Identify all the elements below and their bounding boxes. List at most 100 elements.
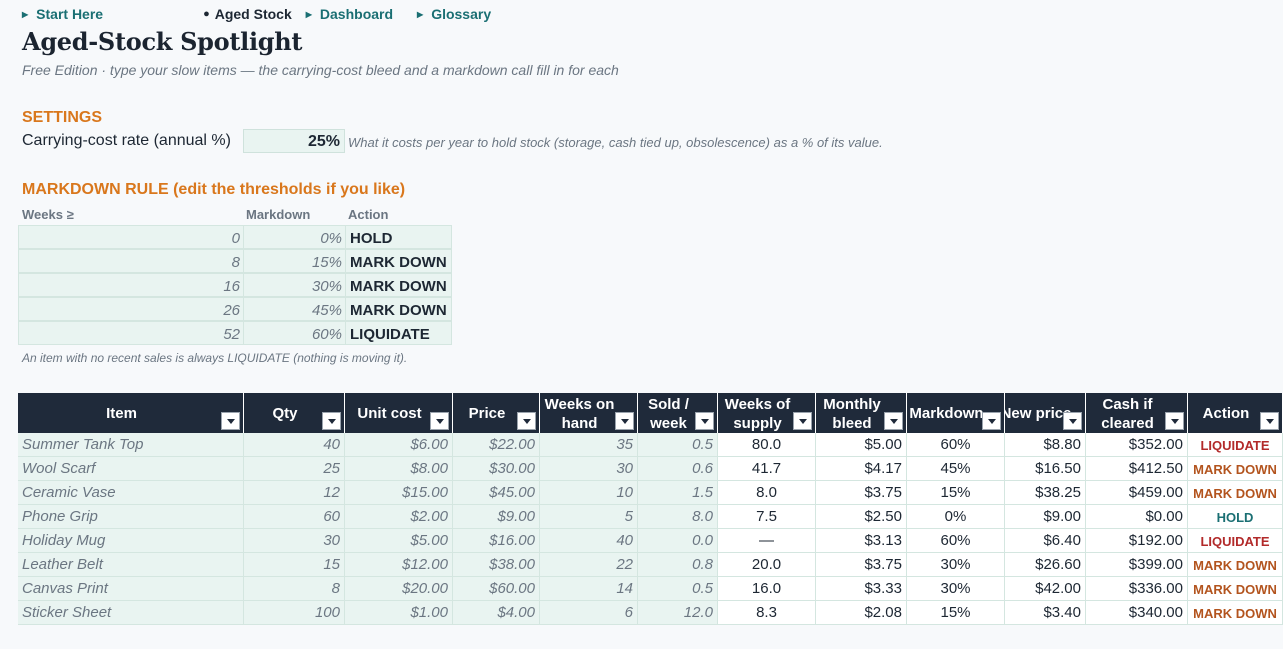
rule-markdown-input[interactable]: 30%	[243, 273, 346, 297]
cell-qty[interactable]: 8	[244, 577, 345, 601]
cell-monthly-bleed: $3.75	[816, 481, 907, 505]
rule-weeks-input[interactable]: 52	[18, 321, 244, 345]
filter-dropdown-icon[interactable]	[430, 412, 449, 430]
cell-weeks-on-hand[interactable]: 14	[540, 577, 638, 601]
rule-weeks-input[interactable]: 0	[18, 225, 244, 249]
column-header-label: Price	[468, 404, 506, 422]
cell-item[interactable]: Canvas Print	[18, 577, 244, 601]
cell-qty[interactable]: 40	[244, 433, 345, 457]
cell-unit-cost[interactable]: $5.00	[345, 529, 453, 553]
cell-sold-per-week[interactable]: 0.5	[638, 433, 718, 457]
filter-dropdown-icon[interactable]	[322, 412, 341, 430]
filter-dropdown-icon[interactable]	[221, 412, 240, 430]
cell-unit-cost[interactable]: $12.00	[345, 553, 453, 577]
cell-price[interactable]: $30.00	[453, 457, 540, 481]
filter-dropdown-icon[interactable]	[695, 412, 714, 430]
cell-new-price: $6.40	[1005, 529, 1086, 553]
cell-qty[interactable]: 60	[244, 505, 345, 529]
cell-price[interactable]: $9.00	[453, 505, 540, 529]
carry-rate-input[interactable]: 25%	[243, 129, 345, 153]
rule-action-input[interactable]: MARK DOWN	[345, 297, 452, 321]
cell-sold-per-week[interactable]: 0.8	[638, 553, 718, 577]
filter-dropdown-icon[interactable]	[884, 412, 903, 430]
nav-start-here-label: Start Here	[36, 6, 104, 22]
cell-weeks-on-hand[interactable]: 6	[540, 601, 638, 625]
rule-markdown-input[interactable]: 15%	[243, 249, 346, 273]
rule-markdown-input[interactable]: 60%	[243, 321, 346, 345]
column-header-label: Qty	[272, 404, 298, 422]
rule-action-input[interactable]: HOLD	[345, 225, 452, 249]
rule-action-input[interactable]: MARK DOWN	[345, 273, 452, 297]
cell-price[interactable]: $60.00	[453, 577, 540, 601]
cell-unit-cost[interactable]: $20.00	[345, 577, 453, 601]
filter-dropdown-icon[interactable]	[615, 412, 634, 430]
rule-row: 0 0% HOLD	[18, 225, 452, 249]
cell-item[interactable]: Ceramic Vase	[18, 481, 244, 505]
cell-item[interactable]: Summer Tank Top	[18, 433, 244, 457]
rule-weeks-input[interactable]: 26	[18, 297, 244, 321]
filter-dropdown-icon[interactable]	[1165, 412, 1184, 430]
cell-price[interactable]: $16.00	[453, 529, 540, 553]
cell-sold-per-week[interactable]: 8.0	[638, 505, 718, 529]
cell-sold-per-week[interactable]: 0.5	[638, 577, 718, 601]
cell-weeks-on-hand[interactable]: 40	[540, 529, 638, 553]
rule-markdown-input[interactable]: 0%	[243, 225, 346, 249]
filter-dropdown-icon[interactable]	[982, 412, 1001, 430]
cell-weeks-on-hand[interactable]: 5	[540, 505, 638, 529]
column-header-label: Unit cost	[357, 404, 422, 422]
cell-qty[interactable]: 25	[244, 457, 345, 481]
rule-action-input[interactable]: MARK DOWN	[345, 249, 452, 273]
filter-dropdown-icon[interactable]	[1063, 412, 1082, 430]
cell-unit-cost[interactable]: $8.00	[345, 457, 453, 481]
cell-weeks-on-hand[interactable]: 22	[540, 553, 638, 577]
cell-weeks-of-supply: 20.0	[718, 553, 816, 577]
cell-action: MARK DOWN	[1188, 577, 1283, 601]
cell-price[interactable]: $22.00	[453, 433, 540, 457]
nav-start-here[interactable]: ▶ Start Here	[22, 6, 103, 22]
cell-unit-cost[interactable]: $1.00	[345, 601, 453, 625]
cell-weeks-on-hand[interactable]: 35	[540, 433, 638, 457]
filter-dropdown-icon[interactable]	[1260, 412, 1279, 430]
cell-price[interactable]: $38.00	[453, 553, 540, 577]
cell-weeks-of-supply: 16.0	[718, 577, 816, 601]
cell-price[interactable]: $4.00	[453, 601, 540, 625]
filter-dropdown-icon[interactable]	[517, 412, 536, 430]
column-header-label: Monthly bleed	[823, 395, 881, 432]
cell-weeks-on-hand[interactable]: 30	[540, 457, 638, 481]
nav-dashboard[interactable]: ▶ Dashboard	[306, 6, 393, 22]
nav-glossary[interactable]: ▶ Glossary	[417, 6, 491, 22]
cell-item[interactable]: Leather Belt	[18, 553, 244, 577]
column-header-weeks-of-supply: Weeks of supply	[718, 393, 816, 433]
cell-unit-cost[interactable]: $6.00	[345, 433, 453, 457]
cell-unit-cost[interactable]: $2.00	[345, 505, 453, 529]
cell-sold-per-week[interactable]: 0.0	[638, 529, 718, 553]
rule-action-input[interactable]: LIQUIDATE	[345, 321, 452, 345]
cell-unit-cost[interactable]: $15.00	[345, 481, 453, 505]
cell-item[interactable]: Phone Grip	[18, 505, 244, 529]
cell-action: MARK DOWN	[1188, 457, 1283, 481]
cell-qty[interactable]: 100	[244, 601, 345, 625]
cell-item[interactable]: Sticker Sheet	[18, 601, 244, 625]
cell-sold-per-week[interactable]: 12.0	[638, 601, 718, 625]
rule-markdown-input[interactable]: 45%	[243, 297, 346, 321]
cell-qty[interactable]: 30	[244, 529, 345, 553]
cell-action: MARK DOWN	[1188, 601, 1283, 625]
filter-dropdown-icon[interactable]	[793, 412, 812, 430]
cell-new-price: $3.40	[1005, 601, 1086, 625]
cell-price[interactable]: $45.00	[453, 481, 540, 505]
page-title: Aged-Stock Spotlight	[22, 27, 303, 56]
cell-cash-if-cleared: $192.00	[1086, 529, 1188, 553]
cell-qty[interactable]: 15	[244, 553, 345, 577]
cell-qty[interactable]: 12	[244, 481, 345, 505]
cell-item[interactable]: Holiday Mug	[18, 529, 244, 553]
nav-aged-stock[interactable]: ● Aged Stock	[203, 6, 292, 22]
cell-sold-per-week[interactable]: 1.5	[638, 481, 718, 505]
cell-item[interactable]: Wool Scarf	[18, 457, 244, 481]
column-header-monthly-bleed: Monthly bleed	[816, 393, 907, 433]
cell-weeks-on-hand[interactable]: 10	[540, 481, 638, 505]
cell-sold-per-week[interactable]: 0.6	[638, 457, 718, 481]
rule-weeks-input[interactable]: 16	[18, 273, 244, 297]
cell-new-price: $42.00	[1005, 577, 1086, 601]
rule-weeks-input[interactable]: 8	[18, 249, 244, 273]
rule-header-weeks: Weeks ≥	[22, 207, 74, 222]
